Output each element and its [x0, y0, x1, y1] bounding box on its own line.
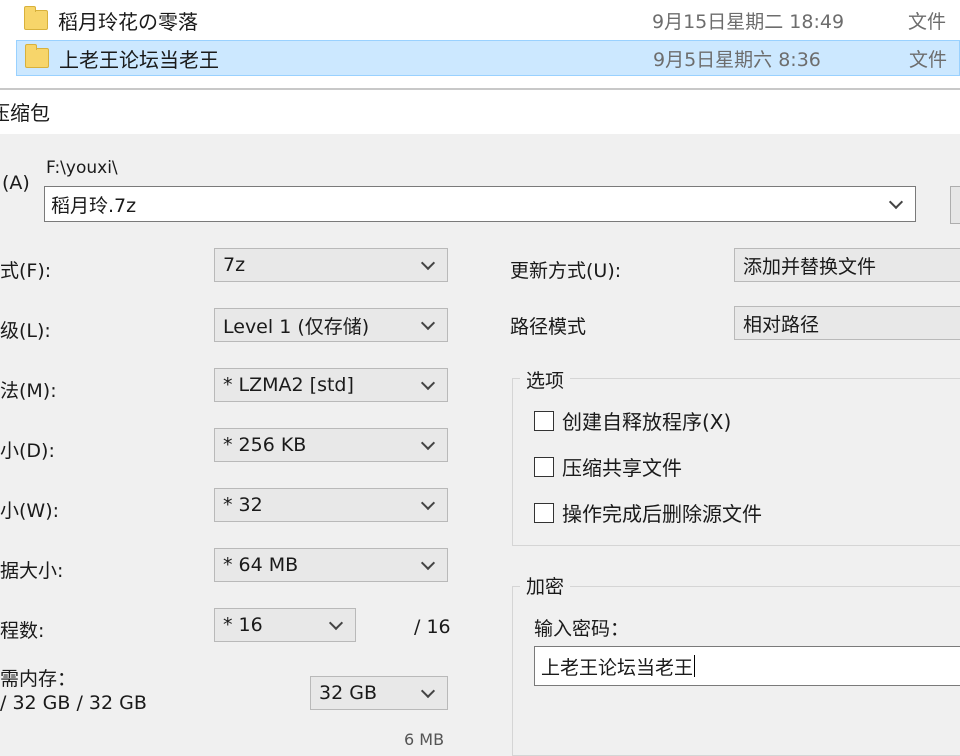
file-name: 上老王论坛当老王 — [59, 47, 219, 72]
browse-button[interactable] — [950, 186, 960, 224]
solid-block-value: * 64 MB — [223, 554, 299, 576]
options-group-title: 选项 — [520, 366, 571, 393]
encryption-group-title: 加密 — [520, 572, 571, 599]
folder-icon — [24, 6, 48, 30]
create-sfx-checkbox[interactable]: 创建自释放程序(X) — [534, 406, 731, 435]
chevron-down-icon — [421, 686, 435, 700]
threads-label: 程数: — [0, 620, 45, 642]
chevron-down-icon[interactable] — [889, 197, 903, 211]
chevron-down-icon — [329, 618, 343, 632]
path-mode-value: 相对路径 — [743, 313, 820, 336]
delete-after-label: 操作完成后删除源文件 — [562, 502, 762, 526]
password-input[interactable]: 上老王论坛当老王 — [534, 646, 960, 686]
path-mode-label: 路径模式 — [510, 316, 587, 338]
compress-shared-checkbox[interactable]: 压缩共享文件 — [534, 452, 682, 481]
solid-block-label: 据大小: — [0, 560, 64, 582]
path-mode-select[interactable]: 相对路径 — [734, 306, 960, 340]
memory-usage: / 32 GB / 32 GB — [0, 692, 147, 714]
checkbox-icon[interactable] — [534, 456, 554, 477]
chevron-down-icon — [421, 498, 435, 512]
level-value: Level 1 (仅存储) — [223, 315, 370, 338]
compress-shared-label: 压缩共享文件 — [562, 456, 682, 480]
memory-label: 需内存： — [0, 668, 77, 690]
chevron-down-icon — [421, 258, 435, 272]
checkbox-icon[interactable] — [534, 502, 554, 523]
folder-icon — [25, 44, 49, 68]
format-label: 式(F): — [0, 260, 52, 282]
file-type: 文件 — [909, 48, 948, 71]
memory-select[interactable]: 32 GB — [310, 676, 448, 710]
file-row-selected[interactable]: 上老王论坛当老王 9月5日星期六 8:36 文件 — [16, 40, 960, 76]
memory-value: 32 GB — [319, 682, 377, 704]
file-name: 稻月玲花の零落 — [58, 9, 198, 34]
archive-name-field[interactable]: 稻月玲.7z — [44, 186, 916, 222]
chevron-down-icon — [421, 558, 435, 572]
dictionary-size-label: 小(D): — [0, 440, 55, 462]
level-select[interactable]: Level 1 (仅存储) — [214, 308, 448, 342]
file-date: 9月15日星期二 18:49 — [652, 10, 845, 33]
archive-label: (A) — [2, 172, 30, 194]
dialog-titlebar — [0, 90, 960, 134]
password-label: 输入密码： — [534, 618, 630, 640]
dictionary-size-select[interactable]: * 256 KB — [214, 428, 448, 462]
threads-select[interactable]: * 16 — [214, 608, 356, 642]
dictionary-size-value: * 256 KB — [223, 434, 307, 456]
archive-name-value: 稻月玲.7z — [51, 194, 137, 217]
file-row[interactable]: 稻月玲花の零落 9月15日星期二 18:49 文件 — [16, 2, 960, 38]
explorer-file-list: 稻月玲花の零落 9月15日星期二 18:49 文件 上老王论坛当老王 9月5日星… — [0, 0, 960, 90]
method-select[interactable]: * LZMA2 [std] — [214, 368, 448, 402]
file-type: 文件 — [908, 10, 947, 33]
solid-block-select[interactable]: * 64 MB — [214, 548, 448, 582]
checkbox-icon[interactable] — [534, 410, 554, 431]
threads-max: / 16 — [414, 616, 451, 638]
level-label: 级(L): — [0, 320, 51, 342]
word-size-label: 小(W): — [0, 500, 60, 522]
method-value: * LZMA2 [std] — [223, 374, 354, 396]
archive-path: F:\youxi\ — [46, 158, 118, 178]
word-size-select[interactable]: * 32 — [214, 488, 448, 522]
chevron-down-icon — [421, 378, 435, 392]
word-size-value: * 32 — [223, 494, 263, 516]
delete-after-checkbox[interactable]: 操作完成后删除源文件 — [534, 498, 762, 527]
text-cursor — [694, 655, 696, 677]
threads-value: * 16 — [223, 614, 263, 636]
method-label: 法(M): — [0, 380, 57, 402]
update-mode-value: 添加并替换文件 — [743, 255, 877, 278]
chevron-down-icon — [421, 438, 435, 452]
dialog-title: 压缩包 — [0, 101, 50, 125]
create-sfx-label: 创建自释放程序(X) — [562, 410, 732, 434]
format-select[interactable]: 7z — [214, 248, 448, 282]
update-mode-label: 更新方式(U): — [510, 260, 622, 282]
file-date: 9月5日星期六 8:36 — [653, 48, 821, 71]
update-mode-select[interactable]: 添加并替换文件 — [734, 248, 960, 282]
password-value: 上老王论坛当老王 — [541, 656, 694, 679]
chevron-down-icon — [421, 318, 435, 332]
format-value: 7z — [223, 254, 246, 276]
